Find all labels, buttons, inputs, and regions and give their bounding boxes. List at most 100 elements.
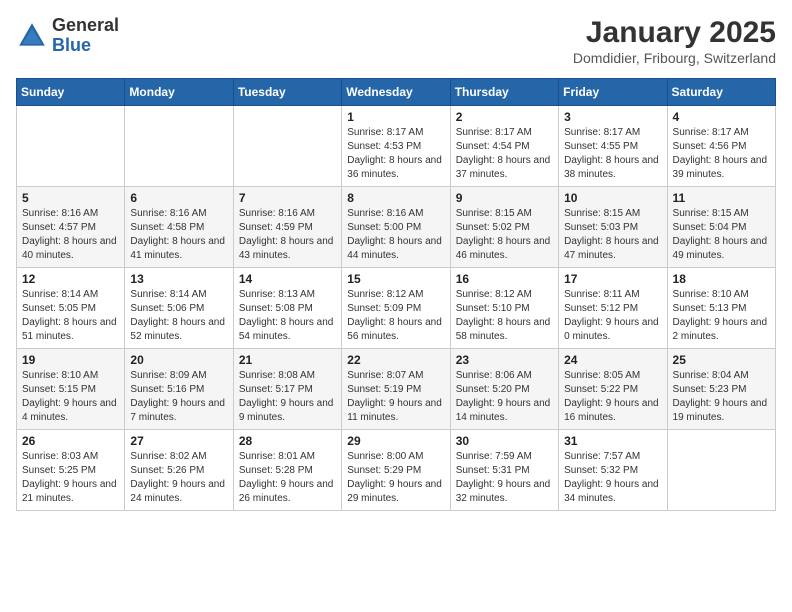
day-number: 19 <box>22 353 119 367</box>
day-info: Sunrise: 8:17 AM Sunset: 4:56 PM Dayligh… <box>673 126 770 182</box>
day-info: Sunrise: 8:02 AM Sunset: 5:26 PM Dayligh… <box>130 450 227 506</box>
day-number: 10 <box>564 191 661 205</box>
day-info: Sunrise: 8:04 AM Sunset: 5:23 PM Dayligh… <box>673 369 770 425</box>
day-number: 15 <box>347 272 444 286</box>
calendar-week-1: 1 Sunrise: 8:17 AM Sunset: 4:53 PM Daylig… <box>17 106 776 187</box>
calendar-cell: 28Sunrise: 8:01 AM Sunset: 5:28 PM Dayli… <box>233 430 341 511</box>
calendar-cell: 29 Sunrise: 8:00 AM Sunset: 5:29 PM Dayli… <box>342 430 450 511</box>
day-number: 13 <box>130 272 227 286</box>
calendar-table: SundayMondayTuesdayWednesdayThursdayFrid… <box>16 78 776 511</box>
calendar-cell: 26 Sunrise: 8:03 AM Sunset: 5:25 PM Dayli… <box>17 430 125 511</box>
day-header-thursday: Thursday <box>450 79 558 106</box>
day-info: Sunrise: 8:15 AM Sunset: 5:03 PM Dayligh… <box>564 207 661 263</box>
day-info: Sunrise: 8:15 AM Sunset: 5:02 PM Dayligh… <box>456 207 553 263</box>
day-number: 23 <box>456 353 553 367</box>
day-info: Sunrise: 8:16 AM Sunset: 4:59 PM Dayligh… <box>239 207 336 263</box>
day-number: 8 <box>347 191 444 205</box>
day-number: 6 <box>130 191 227 205</box>
calendar-cell: 1 Sunrise: 8:17 AM Sunset: 4:53 PM Daylig… <box>342 106 450 187</box>
day-number: 25 <box>673 353 770 367</box>
calendar-cell: 15 Sunrise: 8:12 AM Sunset: 5:09 PM Dayli… <box>342 268 450 349</box>
calendar-cell: 14Sunrise: 8:13 AM Sunset: 5:08 PM Dayli… <box>233 268 341 349</box>
day-info: Sunrise: 8:17 AM Sunset: 4:54 PM Dayligh… <box>456 126 553 182</box>
logo-blue-text: Blue <box>52 36 119 56</box>
day-number: 30 <box>456 434 553 448</box>
calendar-cell: 24Sunrise: 8:05 AM Sunset: 5:22 PM Dayli… <box>559 349 667 430</box>
day-number: 29 <box>347 434 444 448</box>
calendar-cell: 3Sunrise: 8:17 AM Sunset: 4:55 PM Daylig… <box>559 106 667 187</box>
calendar-cell <box>17 106 125 187</box>
day-info: Sunrise: 8:14 AM Sunset: 5:05 PM Dayligh… <box>22 288 119 344</box>
calendar-cell: 25 Sunrise: 8:04 AM Sunset: 5:23 PM Dayli… <box>667 349 775 430</box>
calendar-cell: 10 Sunrise: 8:15 AM Sunset: 5:03 PM Dayli… <box>559 187 667 268</box>
day-info: Sunrise: 8:00 AM Sunset: 5:29 PM Dayligh… <box>347 450 444 506</box>
day-number: 4 <box>673 110 770 124</box>
calendar-cell: 13 Sunrise: 8:14 AM Sunset: 5:06 PM Dayli… <box>125 268 233 349</box>
day-number: 9 <box>456 191 553 205</box>
day-number: 17 <box>564 272 661 286</box>
calendar-cell <box>125 106 233 187</box>
day-header-sunday: Sunday <box>17 79 125 106</box>
day-info: Sunrise: 8:10 AM Sunset: 5:15 PM Dayligh… <box>22 369 119 425</box>
calendar-cell: 12 Sunrise: 8:14 AM Sunset: 5:05 PM Dayli… <box>17 268 125 349</box>
day-info: Sunrise: 8:17 AM Sunset: 4:55 PM Dayligh… <box>564 126 661 182</box>
day-number: 22 <box>347 353 444 367</box>
calendar-week-3: 12 Sunrise: 8:14 AM Sunset: 5:05 PM Dayli… <box>17 268 776 349</box>
day-number: 1 <box>347 110 444 124</box>
calendar-cell <box>667 430 775 511</box>
title-area: January 2025 Domdidier, Fribourg, Switze… <box>573 16 776 66</box>
day-number: 14 <box>239 272 336 286</box>
calendar-cell: 21Sunrise: 8:08 AM Sunset: 5:17 PM Dayli… <box>233 349 341 430</box>
page-header: General Blue January 2025 Domdidier, Fri… <box>16 16 776 66</box>
day-number: 31 <box>564 434 661 448</box>
day-info: Sunrise: 8:08 AM Sunset: 5:17 PM Dayligh… <box>239 369 336 425</box>
day-info: Sunrise: 7:57 AM Sunset: 5:32 PM Dayligh… <box>564 450 661 506</box>
logo-text: General Blue <box>52 16 119 56</box>
day-info: Sunrise: 8:17 AM Sunset: 4:53 PM Dayligh… <box>347 126 444 182</box>
calendar-cell: 5 Sunrise: 8:16 AM Sunset: 4:57 PM Daylig… <box>17 187 125 268</box>
day-info: Sunrise: 8:06 AM Sunset: 5:20 PM Dayligh… <box>456 369 553 425</box>
day-number: 20 <box>130 353 227 367</box>
calendar-cell: 19 Sunrise: 8:10 AM Sunset: 5:15 PM Dayli… <box>17 349 125 430</box>
calendar-cell: 4 Sunrise: 8:17 AM Sunset: 4:56 PM Daylig… <box>667 106 775 187</box>
day-info: Sunrise: 8:16 AM Sunset: 4:57 PM Dayligh… <box>22 207 119 263</box>
day-info: Sunrise: 8:16 AM Sunset: 5:00 PM Dayligh… <box>347 207 444 263</box>
day-info: Sunrise: 8:16 AM Sunset: 4:58 PM Dayligh… <box>130 207 227 263</box>
calendar-cell: 16Sunrise: 8:12 AM Sunset: 5:10 PM Dayli… <box>450 268 558 349</box>
logo: General Blue <box>16 16 119 56</box>
logo-icon <box>16 20 48 52</box>
day-info: Sunrise: 8:11 AM Sunset: 5:12 PM Dayligh… <box>564 288 661 344</box>
day-info: Sunrise: 8:03 AM Sunset: 5:25 PM Dayligh… <box>22 450 119 506</box>
calendar-header-row: SundayMondayTuesdayWednesdayThursdayFrid… <box>17 79 776 106</box>
calendar-cell: 30 Sunrise: 7:59 AM Sunset: 5:31 PM Dayli… <box>450 430 558 511</box>
day-info: Sunrise: 8:09 AM Sunset: 5:16 PM Dayligh… <box>130 369 227 425</box>
day-info: Sunrise: 8:15 AM Sunset: 5:04 PM Dayligh… <box>673 207 770 263</box>
logo-general-text: General <box>52 16 119 36</box>
day-info: Sunrise: 8:07 AM Sunset: 5:19 PM Dayligh… <box>347 369 444 425</box>
day-info: Sunrise: 8:12 AM Sunset: 5:09 PM Dayligh… <box>347 288 444 344</box>
day-header-monday: Monday <box>125 79 233 106</box>
calendar-cell: 8 Sunrise: 8:16 AM Sunset: 5:00 PM Daylig… <box>342 187 450 268</box>
calendar-cell: 22 Sunrise: 8:07 AM Sunset: 5:19 PM Dayli… <box>342 349 450 430</box>
calendar-cell: 9 Sunrise: 8:15 AM Sunset: 5:02 PM Daylig… <box>450 187 558 268</box>
day-number: 26 <box>22 434 119 448</box>
day-number: 16 <box>456 272 553 286</box>
calendar-cell: 23 Sunrise: 8:06 AM Sunset: 5:20 PM Dayli… <box>450 349 558 430</box>
day-number: 7 <box>239 191 336 205</box>
calendar-cell <box>233 106 341 187</box>
calendar-week-5: 26 Sunrise: 8:03 AM Sunset: 5:25 PM Dayli… <box>17 430 776 511</box>
calendar-cell: 17 Sunrise: 8:11 AM Sunset: 5:12 PM Dayli… <box>559 268 667 349</box>
day-info: Sunrise: 7:59 AM Sunset: 5:31 PM Dayligh… <box>456 450 553 506</box>
calendar-week-4: 19 Sunrise: 8:10 AM Sunset: 5:15 PM Dayli… <box>17 349 776 430</box>
calendar-cell: 31 Sunrise: 7:57 AM Sunset: 5:32 PM Dayli… <box>559 430 667 511</box>
calendar-cell: 6 Sunrise: 8:16 AM Sunset: 4:58 PM Daylig… <box>125 187 233 268</box>
calendar-cell: 18Sunrise: 8:10 AM Sunset: 5:13 PM Dayli… <box>667 268 775 349</box>
day-number: 27 <box>130 434 227 448</box>
day-number: 12 <box>22 272 119 286</box>
day-header-friday: Friday <box>559 79 667 106</box>
day-number: 5 <box>22 191 119 205</box>
day-info: Sunrise: 8:14 AM Sunset: 5:06 PM Dayligh… <box>130 288 227 344</box>
day-info: Sunrise: 8:10 AM Sunset: 5:13 PM Dayligh… <box>673 288 770 344</box>
day-number: 11 <box>673 191 770 205</box>
month-title: January 2025 <box>573 16 776 50</box>
